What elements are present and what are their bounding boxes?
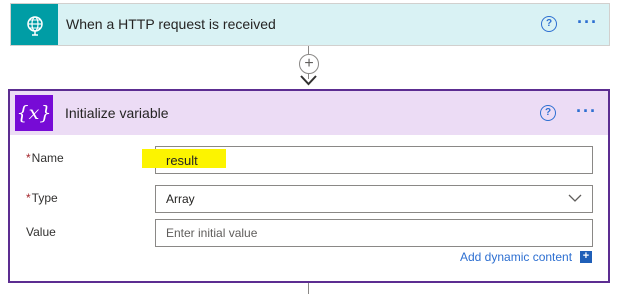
value-placeholder: Enter initial value	[166, 226, 258, 240]
variable-icon: {x}	[15, 95, 53, 131]
initialize-variable-card[interactable]: {x} Initialize variable ? ··· *Name resu…	[8, 89, 610, 283]
type-label: *Type	[26, 191, 58, 205]
name-required-marker: *	[26, 151, 31, 165]
chevron-down-icon[interactable]	[568, 194, 582, 203]
add-dynamic-content-link[interactable]: Add dynamic content	[460, 250, 572, 264]
name-value: result	[166, 153, 198, 168]
action-title: Initialize variable	[65, 105, 169, 121]
type-select[interactable]: Array	[155, 185, 593, 213]
dynamic-content-plus-icon[interactable]: +	[580, 251, 592, 263]
arrow-down-icon	[300, 75, 317, 86]
trigger-title: When a HTTP request is received	[66, 16, 276, 32]
trigger-card[interactable]: When a HTTP request is received ? ···	[10, 3, 610, 46]
add-step-button[interactable]: +	[299, 54, 319, 74]
type-required-marker: *	[26, 191, 31, 205]
action-help-icon[interactable]: ?	[540, 105, 556, 121]
trigger-more-icon[interactable]: ···	[577, 12, 598, 33]
value-field[interactable]: Enter initial value	[155, 219, 593, 247]
action-header[interactable]: {x} Initialize variable ? ···	[10, 91, 608, 135]
name-label: *Name	[26, 151, 64, 165]
value-label: Value	[26, 225, 56, 239]
name-label-text: Name	[31, 151, 64, 165]
globe-request-icon	[26, 15, 43, 36]
trigger-help-icon[interactable]: ?	[541, 16, 557, 32]
type-value: Array	[166, 192, 195, 206]
action-more-icon[interactable]: ···	[576, 101, 597, 122]
type-label-text: Type	[31, 191, 58, 205]
connector-line-after	[308, 283, 309, 294]
connector-line-top	[308, 46, 309, 54]
trigger-icon-box	[11, 4, 58, 45]
